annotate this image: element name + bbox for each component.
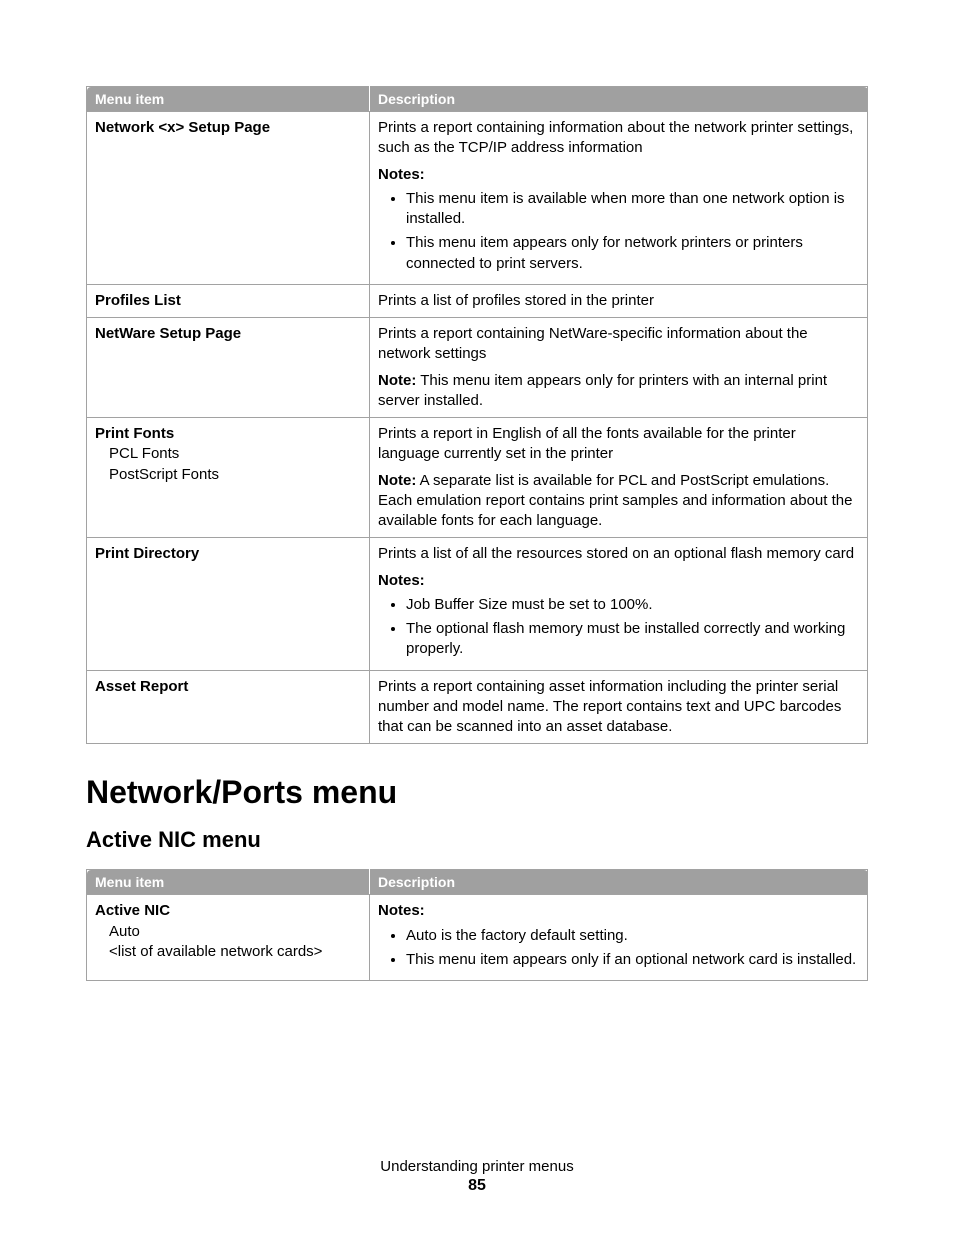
page-number: 85: [0, 1177, 954, 1195]
table-header-row: Menu item Description: [87, 870, 868, 895]
notes-label: Notes:: [378, 165, 859, 185]
note-text: This menu item appears only for printers…: [378, 372, 827, 409]
cell-description: Prints a report in English of all the fo…: [370, 418, 868, 538]
reports-menu-table: Menu item Description Network <x> Setup …: [86, 86, 868, 744]
table-row: Active NIC Auto <list of available netwo…: [87, 895, 868, 981]
description-text: Prints a report containing NetWare-speci…: [378, 324, 859, 365]
subsection-heading: Active NIC menu: [86, 827, 868, 853]
menu-item-sub: Auto: [95, 922, 361, 942]
note-item: Job Buffer Size must be set to 100%.: [406, 595, 859, 615]
cell-menu-item: Active NIC Auto <list of available netwo…: [87, 895, 370, 981]
cell-description: Prints a report containing asset informa…: [370, 670, 868, 744]
table-row: Asset Report Prints a report containing …: [87, 670, 868, 744]
table-row: Print Fonts PCL Fonts PostScript Fonts P…: [87, 418, 868, 538]
note-item: This menu item is available when more th…: [406, 189, 859, 230]
header-description: Description: [370, 87, 868, 112]
menu-item-sub: PCL Fonts: [95, 444, 361, 464]
note-item: This menu item appears only if an option…: [406, 950, 859, 970]
table-row: NetWare Setup Page Prints a report conta…: [87, 318, 868, 418]
cell-description: Prints a report containing information a…: [370, 112, 868, 285]
notes-list: This menu item is available when more th…: [378, 189, 859, 274]
menu-item-title: Active NIC: [95, 902, 170, 919]
menu-item-sub: PostScript Fonts: [95, 465, 361, 485]
menu-item-title: Print Directory: [95, 545, 199, 562]
cell-description: Prints a list of profiles stored in the …: [370, 284, 868, 317]
cell-menu-item: Network <x> Setup Page: [87, 112, 370, 285]
table-row: Print Directory Prints a list of all the…: [87, 538, 868, 670]
notes-list: Auto is the factory default setting. Thi…: [378, 926, 859, 971]
table-row: Profiles List Prints a list of profiles …: [87, 284, 868, 317]
menu-item-title: NetWare Setup Page: [95, 325, 241, 342]
description-text: Prints a list of profiles stored in the …: [378, 291, 859, 311]
header-description: Description: [370, 870, 868, 895]
section-heading: Network/Ports menu: [86, 774, 868, 811]
menu-item-title: Profiles List: [95, 292, 181, 309]
menu-item-title: Network <x> Setup Page: [95, 119, 270, 136]
notes-list: Job Buffer Size must be set to 100%. The…: [378, 595, 859, 660]
menu-item-title: Asset Report: [95, 678, 188, 695]
note-item: Auto is the factory default setting.: [406, 926, 859, 946]
note-item: The optional flash memory must be instal…: [406, 619, 859, 660]
header-menu-item: Menu item: [87, 87, 370, 112]
description-text: Prints a list of all the resources store…: [378, 544, 859, 564]
menu-item-title: Print Fonts: [95, 425, 174, 442]
active-nic-menu-table: Menu item Description Active NIC Auto <l…: [86, 869, 868, 981]
cell-description: Prints a report containing NetWare-speci…: [370, 318, 868, 418]
footer-text: Understanding printer menus: [0, 1158, 954, 1175]
cell-menu-item: Asset Report: [87, 670, 370, 744]
cell-menu-item: Profiles List: [87, 284, 370, 317]
page-footer: Understanding printer menus 85: [0, 1158, 954, 1195]
cell-menu-item: Print Fonts PCL Fonts PostScript Fonts: [87, 418, 370, 538]
note-inline: Note: This menu item appears only for pr…: [378, 371, 859, 412]
description-text: Prints a report in English of all the fo…: [378, 424, 859, 465]
document-page: Menu item Description Network <x> Setup …: [0, 0, 954, 1235]
note-text: A separate list is available for PCL and…: [378, 472, 852, 530]
table-header-row: Menu item Description: [87, 87, 868, 112]
note-label: Note:: [378, 472, 416, 489]
note-item: This menu item appears only for network …: [406, 233, 859, 274]
header-menu-item: Menu item: [87, 870, 370, 895]
notes-label: Notes:: [378, 571, 859, 591]
cell-menu-item: Print Directory: [87, 538, 370, 670]
cell-menu-item: NetWare Setup Page: [87, 318, 370, 418]
menu-item-sub: <list of available network cards>: [95, 942, 361, 962]
note-label: Note:: [378, 372, 416, 389]
note-inline: Note: A separate list is available for P…: [378, 471, 859, 532]
description-text: Prints a report containing information a…: [378, 118, 859, 159]
cell-description: Prints a list of all the resources store…: [370, 538, 868, 670]
cell-description: Notes: Auto is the factory default setti…: [370, 895, 868, 981]
notes-label: Notes:: [378, 901, 859, 921]
table-row: Network <x> Setup Page Prints a report c…: [87, 112, 868, 285]
description-text: Prints a report containing asset informa…: [378, 677, 859, 738]
